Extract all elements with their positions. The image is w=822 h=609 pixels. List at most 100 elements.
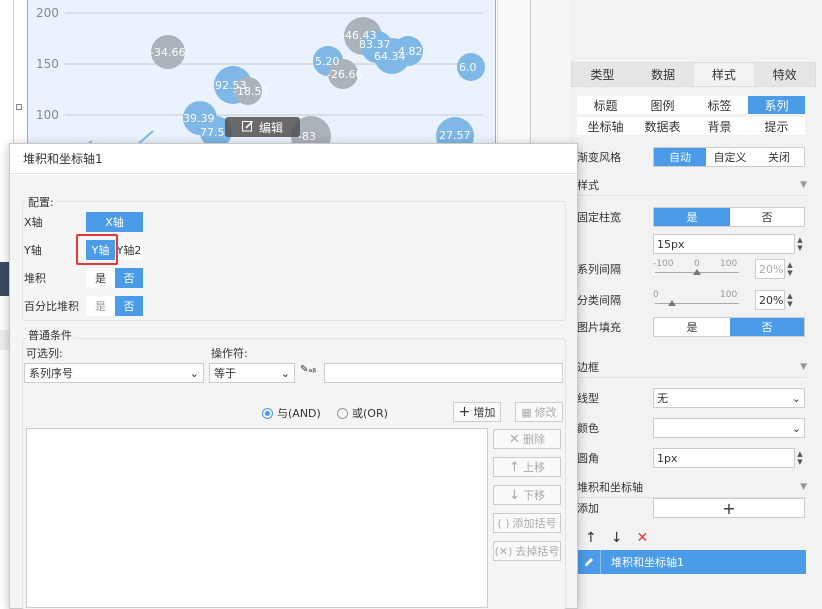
border-section-title: 边框 bbox=[577, 360, 599, 374]
column-value: 系列序号 bbox=[29, 367, 73, 380]
move-up-icon[interactable]: ↑ bbox=[585, 530, 597, 546]
series-gap-stepper[interactable]: ▲ ▼ bbox=[785, 259, 795, 279]
percent-stack-yes[interactable]: 是 bbox=[86, 296, 115, 316]
subtab-background[interactable]: 背景 bbox=[691, 117, 748, 135]
slider-min-label: -100 bbox=[653, 259, 674, 269]
move-down-button[interactable]: ↓ 下移 bbox=[493, 485, 561, 505]
category-gap-stepper[interactable]: ▲ ▼ bbox=[785, 290, 795, 310]
corner-stepper[interactable]: ▲ ▼ bbox=[795, 448, 805, 468]
fixed-width-stepper[interactable]: ▲ ▼ bbox=[795, 234, 805, 254]
fixed-width-no[interactable]: 否 bbox=[730, 208, 804, 226]
chevron-down-icon: ⌄ bbox=[791, 391, 801, 405]
condition-value-input[interactable] bbox=[324, 363, 563, 383]
fixed-width-input[interactable]: 15px bbox=[653, 234, 795, 254]
bubble-label: 6.0 bbox=[459, 61, 477, 74]
and-radio[interactable]: 与(AND) bbox=[262, 405, 321, 421]
operator-select[interactable]: 等于 ⌄ bbox=[209, 363, 295, 383]
category-gap-input[interactable]: 20% bbox=[755, 290, 785, 310]
subtab-series[interactable]: 系列 bbox=[748, 96, 805, 114]
border-section-header[interactable]: 边框 ▼ bbox=[577, 356, 807, 378]
line-type-select[interactable]: 无 ⌄ bbox=[653, 388, 805, 408]
pencil-icon[interactable] bbox=[577, 550, 601, 574]
bubble-label: 27.57 bbox=[439, 129, 471, 142]
color-label: 颜色 bbox=[577, 422, 599, 435]
fixed-width-value-row: 15px ▲ ▼ bbox=[577, 234, 807, 254]
chevron-down-icon: ⌄ bbox=[189, 366, 199, 380]
line-type-value: 无 bbox=[657, 392, 668, 405]
subtab-axis[interactable]: 坐标轴 bbox=[577, 117, 634, 135]
style-sub-tabs: 标题 图例 标签 系列 坐标轴 数据表 背景 提示 bbox=[577, 96, 805, 135]
resize-handle[interactable] bbox=[16, 104, 22, 110]
radio-selected-icon bbox=[262, 407, 273, 419]
gradient-toggle: 自动 自定义 关闭 bbox=[653, 147, 805, 167]
add-label: 添加 bbox=[577, 502, 599, 515]
move-up-button[interactable]: ↑ 上移 bbox=[493, 457, 561, 477]
line-type-label: 线型 bbox=[577, 392, 599, 405]
slider-thumb[interactable] bbox=[693, 269, 701, 275]
axis-list-item[interactable]: 堆积和坐标轴1 bbox=[577, 550, 806, 574]
tab-type[interactable]: 类型 bbox=[572, 63, 633, 86]
condition-label: 普通条件 bbox=[26, 327, 74, 343]
subtab-legend[interactable]: 图例 bbox=[634, 96, 691, 114]
subtab-label[interactable]: 标签 bbox=[691, 96, 748, 114]
series-gap-row: 系列间隔 -100 0 100 20% ▲ ▼ bbox=[577, 259, 807, 279]
tab-data[interactable]: 数据 bbox=[633, 63, 694, 86]
chevron-down-icon: ⌄ bbox=[791, 421, 801, 435]
style-section-title: 样式 bbox=[577, 178, 599, 192]
column-label: 可选列: bbox=[26, 347, 63, 360]
stack-yes[interactable]: 是 bbox=[86, 268, 115, 288]
y-axis-secondary[interactable]: Y轴2 bbox=[115, 240, 143, 260]
line-type-row: 线型 无 ⌄ bbox=[577, 388, 807, 408]
corner-input[interactable]: 1px bbox=[653, 448, 795, 468]
column-select[interactable]: 系列序号 ⌄ bbox=[24, 363, 204, 383]
style-section-header[interactable]: 样式 ▼ bbox=[577, 174, 807, 196]
collapse-icon: ▼ bbox=[800, 179, 807, 190]
slider-mid-label: 0 bbox=[694, 259, 700, 269]
plus-icon: + bbox=[458, 404, 471, 420]
remove-bracket-button[interactable]: (✕) 去掉括号 bbox=[493, 541, 561, 561]
or-label: 或(OR) bbox=[352, 407, 388, 420]
series-gap-slider[interactable]: -100 0 100 bbox=[653, 259, 741, 279]
percent-stack-no[interactable]: 否 bbox=[115, 296, 143, 316]
axis-section-header[interactable]: 堆积和坐标轴 ▼ bbox=[577, 476, 807, 498]
gradient-custom[interactable]: 自定义 bbox=[706, 148, 754, 166]
gradient-off[interactable]: 关闭 bbox=[754, 148, 804, 166]
edit-chart-button[interactable]: 编辑 bbox=[225, 117, 300, 137]
category-gap-row: 分类间隔 0 100 20% ▲ ▼ bbox=[577, 290, 807, 310]
category-gap-slider[interactable]: 0 100 bbox=[653, 290, 741, 310]
fixed-width-label: 固定柱宽 bbox=[577, 211, 621, 224]
collapse-icon: ▼ bbox=[800, 361, 807, 372]
dialog-title: 堆积和坐标轴1 bbox=[10, 144, 577, 174]
tab-style[interactable]: 样式 bbox=[693, 63, 755, 86]
subtab-tooltip[interactable]: 提示 bbox=[748, 117, 805, 135]
fixed-width-yes[interactable]: 是 bbox=[654, 208, 730, 226]
subtab-datasheet[interactable]: 数据表 bbox=[634, 117, 691, 135]
image-fill-no[interactable]: 否 bbox=[730, 318, 804, 336]
main-tabs: 类型 数据 样式 特效 bbox=[571, 62, 816, 87]
and-label: 与(AND) bbox=[277, 407, 321, 420]
slider-thumb[interactable] bbox=[667, 300, 676, 306]
modify-condition-button[interactable]: ▦ 修改 bbox=[515, 402, 563, 422]
subtab-title[interactable]: 标题 bbox=[577, 96, 634, 114]
bubble-label: -34.66 bbox=[150, 46, 185, 59]
condition-list[interactable] bbox=[26, 428, 488, 608]
add-axis-row: 添加 + bbox=[577, 498, 807, 518]
x-axis-button[interactable]: X轴 bbox=[86, 212, 143, 232]
delete-icon[interactable]: ✕ bbox=[636, 530, 648, 546]
series-gap-input[interactable]: 20% bbox=[755, 259, 785, 279]
add-bracket-button[interactable]: ( ) 添加括号 bbox=[493, 513, 561, 533]
formula-icon[interactable]: ✎ₐᵦ bbox=[300, 364, 316, 375]
gradient-auto[interactable]: 自动 bbox=[654, 148, 706, 166]
move-down-icon[interactable]: ↓ bbox=[611, 530, 623, 546]
color-picker[interactable]: ⌄ bbox=[653, 418, 805, 438]
tab-effects[interactable]: 特效 bbox=[754, 63, 815, 86]
arrow-down-icon: ↓ bbox=[509, 487, 520, 503]
stack-no[interactable]: 否 bbox=[115, 268, 143, 288]
add-condition-button[interactable]: + 增加 bbox=[453, 402, 501, 422]
image-fill-yes[interactable]: 是 bbox=[654, 318, 730, 336]
delete-condition-button[interactable]: ✕ 删除 bbox=[493, 429, 561, 449]
or-radio[interactable]: 或(OR) bbox=[337, 405, 388, 421]
add-axis-button[interactable]: + bbox=[653, 498, 805, 518]
bubble-label: -18.55 bbox=[233, 85, 268, 98]
fixed-width-toggle: 是 否 bbox=[653, 207, 805, 227]
